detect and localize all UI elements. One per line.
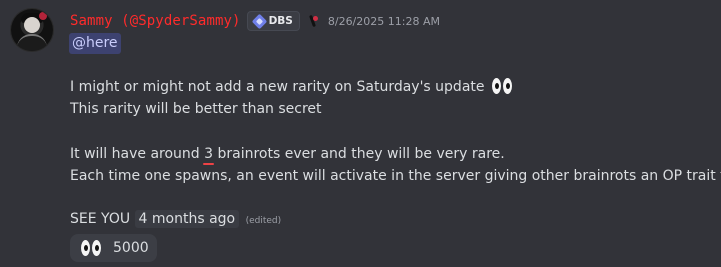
reaction-count: 5000: [113, 240, 149, 256]
edited-label: (edited): [245, 216, 282, 226]
message-container: Sammy (@SpyderSammy) DBS 8/26/2025 11:28…: [0, 0, 721, 267]
left-eye: [81, 240, 90, 256]
reaction-button[interactable]: 5000: [70, 234, 157, 262]
left-eye: [491, 78, 501, 94]
avatar[interactable]: [11, 9, 53, 51]
avatar-accent: [39, 12, 47, 20]
right-eye: [92, 240, 101, 256]
role-icon[interactable]: [306, 14, 320, 28]
right-pupil: [505, 83, 510, 89]
left-pupil: [494, 83, 499, 89]
message-line-3: It will have around 3 brainrots ever and…: [70, 145, 505, 165]
message-line-5: SEE YOU 4 months ago (edited): [70, 210, 281, 230]
message-line-3-after: brainrots ever and they will be very rar…: [213, 146, 505, 162]
right-pupil: [95, 245, 99, 251]
server-tag-label: DBS: [268, 15, 293, 27]
message-line-5-prefix: SEE YOU: [70, 211, 131, 227]
server-tag[interactable]: DBS: [246, 11, 300, 31]
underlined-number: 3: [203, 146, 214, 165]
diamond-icon: [251, 13, 267, 29]
message-line-1-text: I might or might not add a new rarity on…: [70, 79, 485, 95]
message-header: Sammy (@SpyderSammy) DBS 8/26/2025 11:28…: [70, 11, 440, 31]
eyes-emoji-icon: [491, 78, 514, 94]
eyes-emoji-icon: [81, 240, 103, 256]
message-line-1: I might or might not add a new rarity on…: [70, 78, 514, 96]
timestamp[interactable]: 8/26/2025 11:28 AM: [328, 15, 440, 28]
avatar-body: [17, 34, 47, 51]
message-line-2: This rarity will be better than secret: [70, 101, 322, 117]
spark-icon: [312, 16, 318, 21]
username[interactable]: Sammy (@SpyderSammy): [70, 13, 241, 29]
mention[interactable]: @here: [69, 33, 121, 54]
right-eye: [502, 78, 512, 94]
relative-time-chip[interactable]: 4 months ago: [134, 210, 240, 228]
message-line-3-before: It will have around: [70, 146, 205, 162]
avatar-face: [24, 17, 40, 33]
left-pupil: [84, 245, 88, 251]
message-line-4: Each time one spawns, an event will acti…: [70, 168, 721, 184]
